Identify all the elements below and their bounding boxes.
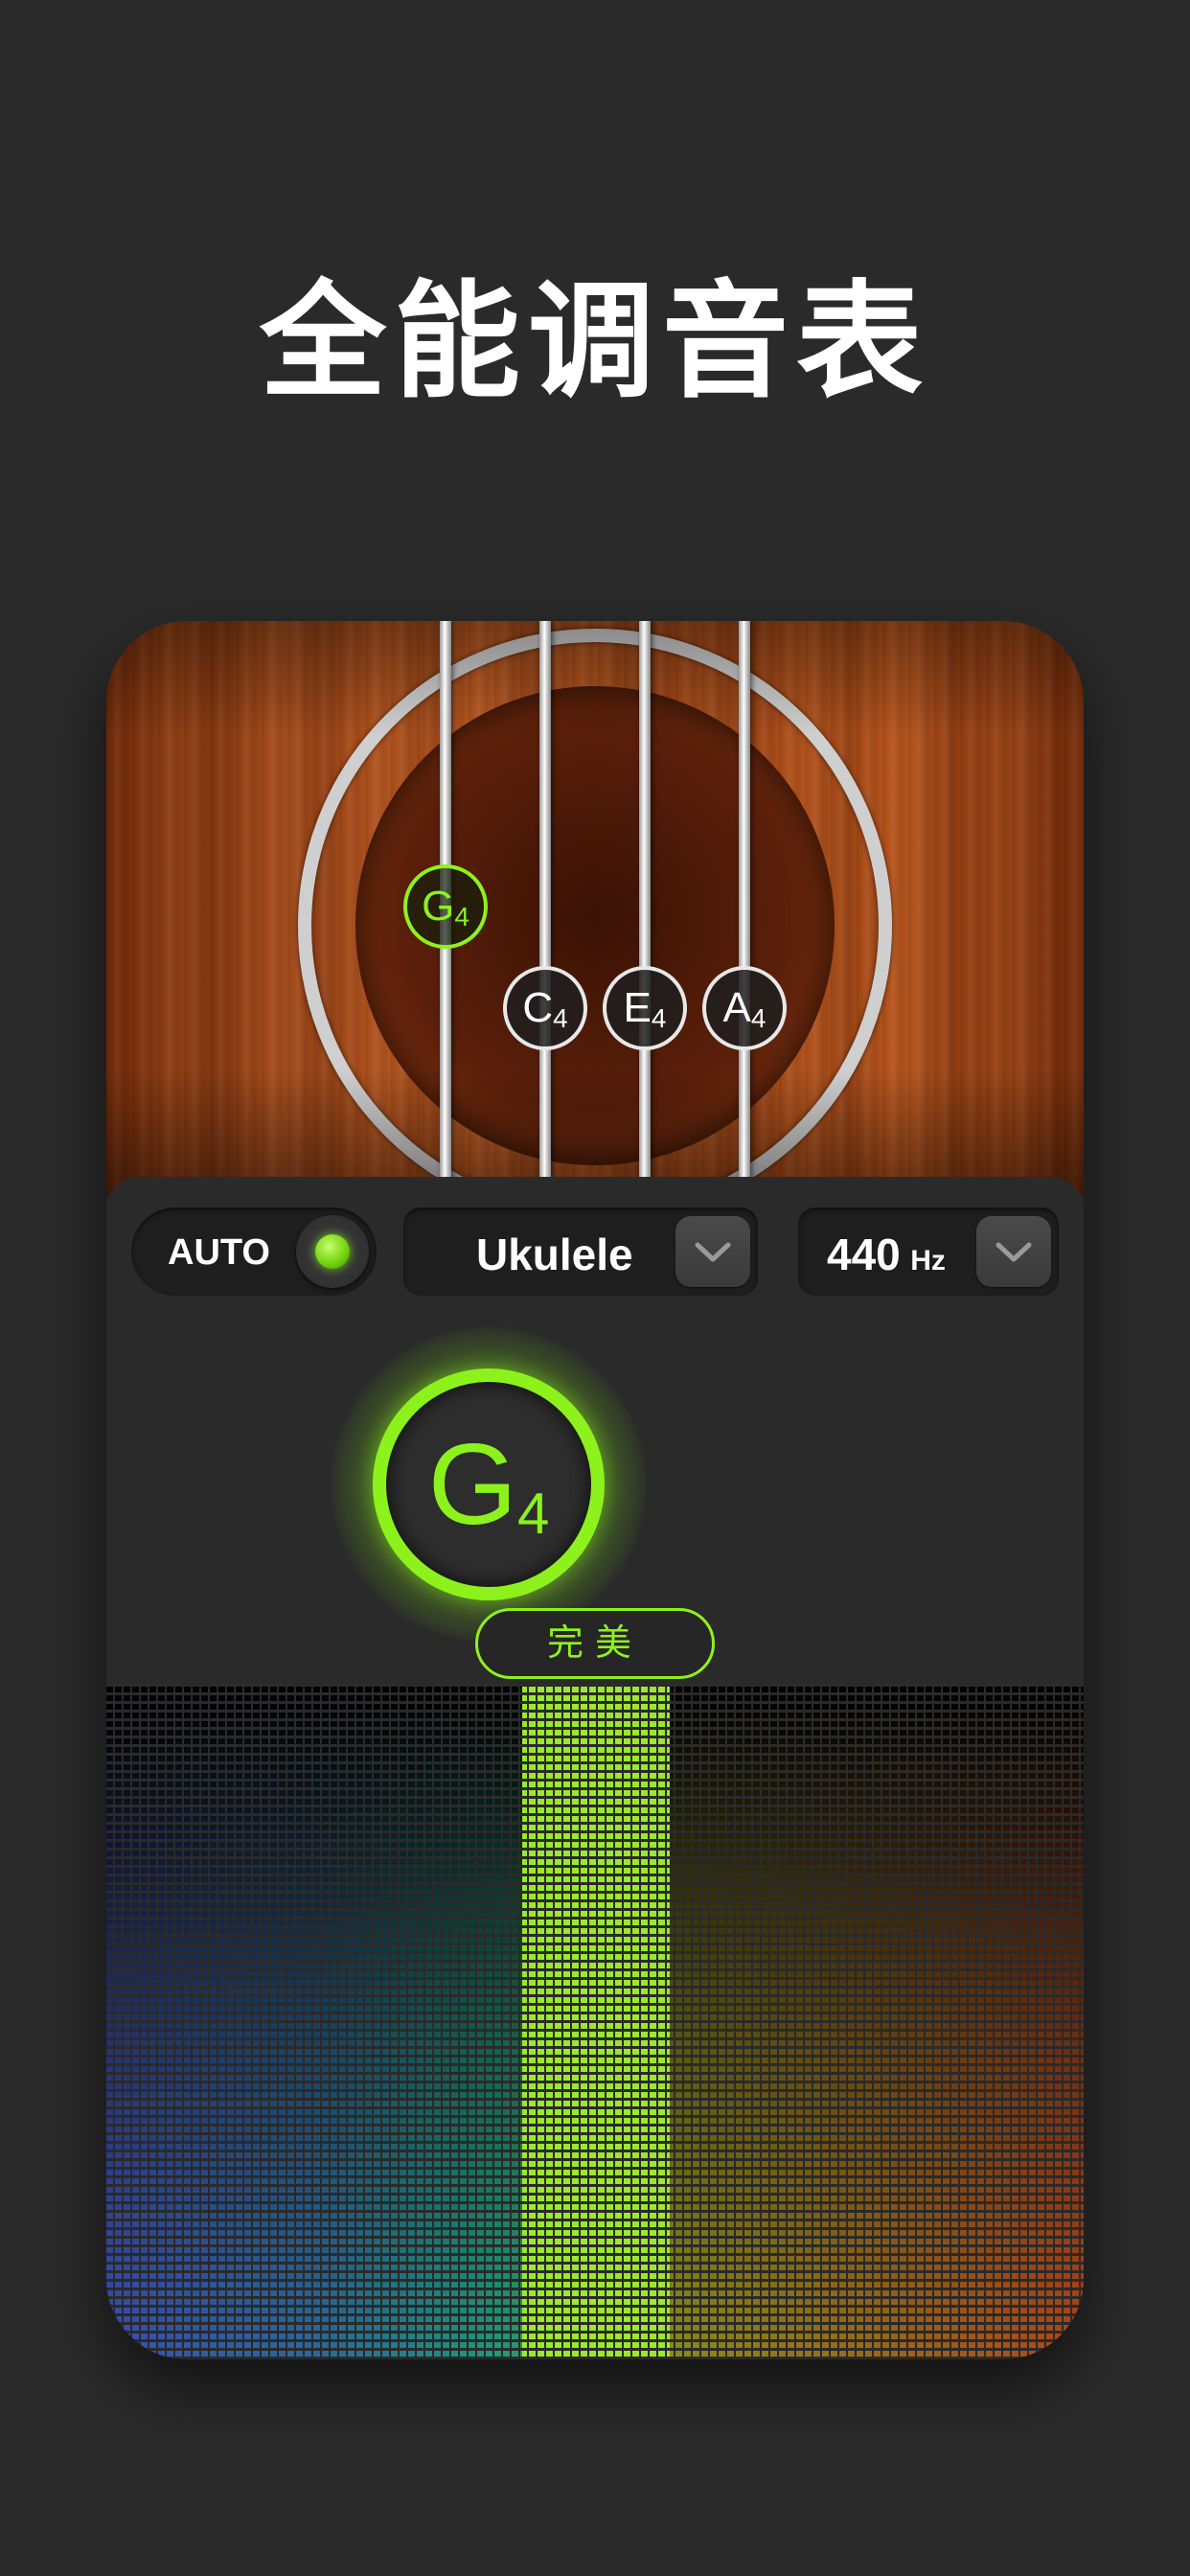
string-e[interactable] [639, 621, 651, 1196]
reference-unit: Hz [910, 1245, 946, 1276]
tuner-card: G4 C4 E4 A4 AUTO Ukulele 440 Hz G4 完美 [106, 621, 1084, 2359]
headline: 全能调音表 [260, 268, 930, 416]
string-note-c[interactable]: C4 [503, 966, 587, 1050]
string-note-g[interactable]: G4 [403, 864, 488, 949]
reference-pitch-select[interactable]: 440 Hz [798, 1208, 1059, 1296]
chevron-down-icon [695, 1242, 731, 1262]
auto-label: AUTO [168, 1232, 270, 1273]
chevron-down-icon [995, 1242, 1032, 1262]
string-a[interactable] [739, 621, 750, 1196]
auto-toggle[interactable]: AUTO [131, 1208, 377, 1296]
pitch-visualizer [106, 1687, 1084, 2359]
string-note-a[interactable]: A4 [702, 966, 787, 1050]
reference-value: 440 [827, 1230, 901, 1279]
instrument-label: Ukulele [476, 1230, 633, 1279]
string-c[interactable] [539, 621, 551, 1196]
pitch-center-bar [522, 1687, 670, 2359]
auto-indicator-icon [315, 1234, 350, 1269]
detected-note: G4 [427, 1420, 550, 1549]
reference-dropdown-button[interactable] [976, 1216, 1051, 1287]
instrument-dropdown-button[interactable] [675, 1216, 750, 1287]
string-note-e[interactable]: E4 [603, 966, 687, 1050]
tuning-status-badge: 完美 [475, 1608, 715, 1679]
auto-switch-knob[interactable] [296, 1215, 369, 1288]
instrument-select[interactable]: Ukulele [403, 1208, 758, 1296]
